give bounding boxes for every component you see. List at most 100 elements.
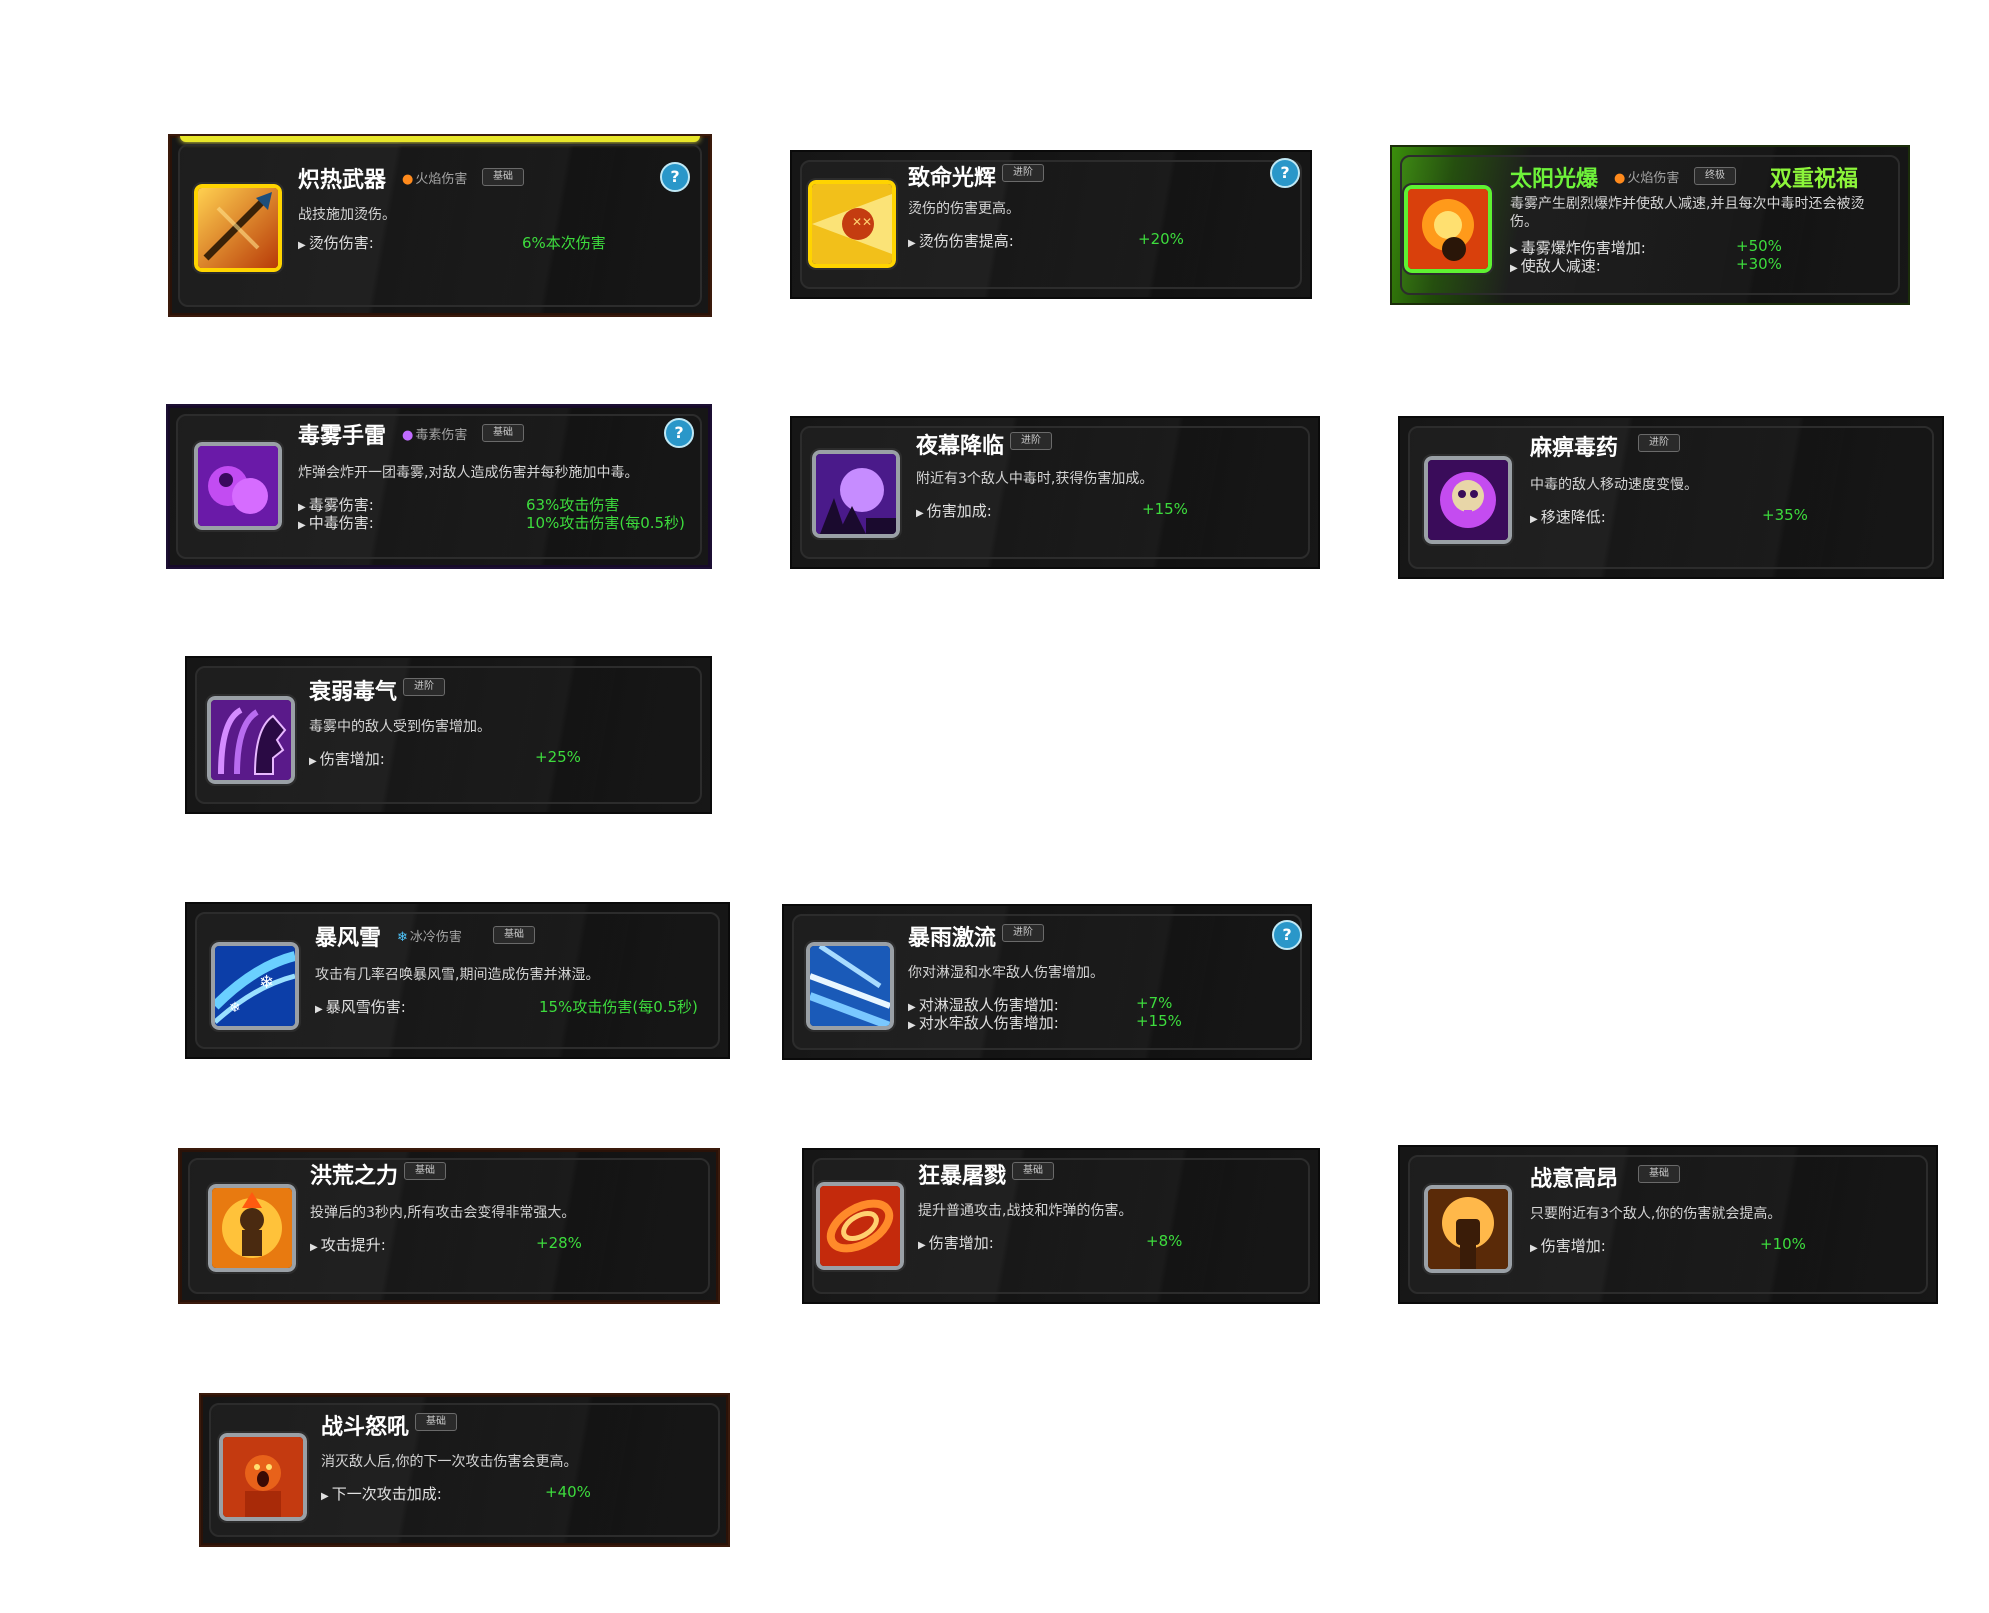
stat-label: ▶ 暴风雪伤害: [315,998,406,1016]
tier-badge: 进阶 [1638,434,1680,452]
card-description: 你对淋湿和水牢敌人伤害增加。 [908,965,1104,981]
stat-value: +7% [1136,994,1173,1012]
skill-card-paralysis-poison[interactable]: 麻痹毒药 进阶 中毒的敌人移动速度变慢。 ▶ 移速降低: +35% [1398,416,1944,579]
blizzard-icon: ❄ ❄ [209,940,301,1032]
stat-label: ▶ 伤害增加: [918,1234,994,1252]
damage-type: ● 毒素伤害 [402,428,468,443]
skill-card-primal-power[interactable]: 洪荒之力 基础 投弹后的3秒内,所有攻击会变得非常强大。 ▶ 攻击提升: +28% [178,1148,720,1304]
stat-value: 10%攻击伤害(每0.5秒) [526,514,685,532]
svg-text:❄: ❄ [259,972,274,993]
stat-label: ▶ 伤害增加: [309,750,385,768]
card-title: 洪荒之力 [310,1164,399,1189]
fire-icon: ● [402,172,414,187]
card-title: 衰弱毒气 [309,680,398,705]
skill-card-blizzard[interactable]: ❄ ❄ 暴风雪 ❄ 冰冷伤害 基础 攻击有几率召唤暴风雪,期间造成伤害并淋湿。 ▶ 暴… [185,902,730,1059]
tier-badge: 基础 [1012,1162,1054,1180]
stat-label: ▶ 伤害增加: [1530,1237,1606,1255]
stat-label: ▶ 伤害加成: [916,502,992,520]
stat-label: ▶ 使敌人减速: [1510,257,1601,275]
skill-card-scorching-weapon[interactable]: 炽热武器 ● 火焰伤害 基础 ? 战技施加烫伤。 ▶ 烫伤伤害: 6%本次伤害 [168,134,712,317]
card-title: 麻痹毒药 [1530,436,1619,461]
card-description: 中毒的敌人移动速度变慢。 [1530,477,1698,493]
stat-value: +20% [1138,230,1184,248]
card-description: 附近有3个敌人中毒时,获得伤害加成。 [916,471,1154,487]
skill-card-high-morale[interactable]: 战意高昂 基础 只要附近有3个敌人,你的伤害就会提高。 ▶ 伤害增加: +10% [1398,1145,1938,1304]
svg-text:✕✕: ✕✕ [852,215,872,229]
help-button[interactable]: ? [660,162,690,192]
skill-card-rain-torrent[interactable]: 暴雨激流 进阶 ? 你对淋湿和水牢敌人伤害增加。 ▶ 对淋湿敌人伤害增加: +7%… [782,904,1312,1060]
card-title: 致命光辉 [908,166,997,191]
skill-card-deadly-radiance[interactable]: ✕✕ 致命光辉 进阶 ? 烫伤的伤害更高。 ▶ 烫伤伤害提高: +20% [790,150,1312,299]
help-button[interactable]: ? [1272,920,1302,950]
card-description: 炸弹会炸开一团毒雾,对敌人造成伤害并每秒施加中毒。 [298,465,639,481]
night-moon-icon [810,448,902,540]
card-description: 攻击有几率召唤暴风雪,期间造成伤害并淋湿。 [315,967,600,983]
card-title: 狂暴屠戮 [918,1164,1007,1189]
tier-badge: 基础 [415,1413,457,1431]
flaming-spear-icon [192,182,284,274]
damage-type: ❄ 冰冷伤害 [397,930,462,945]
card-description: 只要附近有3个敌人,你的伤害就会提高。 [1530,1206,1782,1222]
tier-badge: 终极 [1694,167,1736,185]
rampage-swirl-icon [814,1180,906,1272]
poison-cloud-icon [192,440,284,532]
card-title: 炽热武器 [298,168,387,193]
skill-card-battle-roar[interactable]: 战斗怒吼 基础 消灭敌人后,你的下一次攻击伤害会更高。 ▶ 下一次攻击加成: +4… [199,1393,730,1547]
damage-type: ● 火焰伤害 [402,172,468,187]
stat-label: ▶ 中毒伤害: [298,514,374,532]
tier-badge: 进阶 [1010,432,1052,450]
primal-power-icon [206,1182,298,1274]
stat-value: +28% [536,1234,582,1252]
card-description: 战技施加烫伤。 [298,207,396,223]
card-description: 毒雾产生剧烈爆炸并使敌人减速,并且每次中毒时还会被烫伤。 [1510,196,1865,230]
tier-badge: 进阶 [403,678,445,696]
help-button[interactable]: ? [664,418,694,448]
stat-label: ▶ 对水牢敌人伤害增加: [908,1014,1059,1032]
card-title: 太阳光爆 [1510,167,1599,192]
poison-drop-icon: ● [402,428,414,443]
card-title: 夜幕降临 [916,434,1005,459]
card-description: 提升普通攻击,战技和炸弹的伤害。 [918,1203,1133,1219]
card-title: 战意高昂 [1530,1167,1619,1192]
snowflake-icon: ❄ [397,930,408,945]
card-description: 毒雾中的敌人受到伤害增加。 [309,719,491,735]
tier-badge: 基础 [493,926,535,944]
skill-card-nightfall[interactable]: 夜幕降临 进阶 附近有3个敌人中毒时,获得伤害加成。 ▶ 伤害加成: +15% [790,416,1320,569]
stat-value: +8% [1146,1232,1183,1250]
stat-value: +40% [545,1483,591,1501]
card-title: 毒雾手雷 [298,424,387,449]
stat-value: +35% [1762,506,1808,524]
stat-label: ▶ 烫伤伤害提高: [908,232,1014,250]
stat-label: ▶ 攻击提升: [310,1236,386,1254]
skull-poison-icon [1422,454,1514,546]
sun-bomb-icon [1402,183,1494,275]
fading-heads-icon [205,694,297,786]
tier-badge: 基础 [1638,1165,1680,1183]
help-button[interactable]: ? [1270,158,1300,188]
stat-label: ▶ 烫伤伤害: [298,234,374,252]
stat-value: 15%攻击伤害(每0.5秒) [539,998,698,1016]
skill-card-rampage[interactable]: 狂暴屠戮 基础 提升普通攻击,战技和炸弹的伤害。 ▶ 伤害增加: +8% [802,1148,1320,1304]
skill-card-solar-blast[interactable]: 太阳光爆 ● 火焰伤害 终极 双重祝福 毒雾产生剧烈爆炸并使敌人减速,并且每次中毒… [1390,145,1910,305]
stat-label: ▶ 移速降低: [1530,508,1606,526]
card-title: 暴雨激流 [908,926,997,951]
card-title: 战斗怒吼 [321,1415,410,1440]
skill-card-poison-grenade[interactable]: 毒雾手雷 ● 毒素伤害 基础 ? 炸弹会炸开一团毒雾,对敌人造成伤害并每秒施加中毒… [166,404,712,569]
card-description: 投弹后的3秒内,所有攻击会变得非常强大。 [310,1205,576,1221]
stat-value: +15% [1142,500,1188,518]
raised-fist-icon [1422,1183,1514,1275]
stat-value: +30% [1736,255,1782,273]
tier-badge: 进阶 [1002,924,1044,942]
stat-value: +10% [1760,1235,1806,1253]
tier-badge: 基础 [482,168,524,186]
card-title: 暴风雪 [315,926,382,951]
tier-badge: 进阶 [1002,164,1044,182]
stat-value: +50% [1736,237,1782,255]
torrent-icon [804,940,896,1032]
double-blessing-label: 双重祝福 [1770,167,1859,192]
stat-value: +15% [1136,1012,1182,1030]
fire-icon: ● [1614,171,1626,186]
card-description: 消灭敌人后,你的下一次攻击伤害会更高。 [321,1454,578,1470]
skill-card-weakening-gas[interactable]: 衰弱毒气 进阶 毒雾中的敌人受到伤害增加。 ▶ 伤害增加: +25% [185,656,712,814]
svg-text:❄: ❄ [229,1000,241,1016]
